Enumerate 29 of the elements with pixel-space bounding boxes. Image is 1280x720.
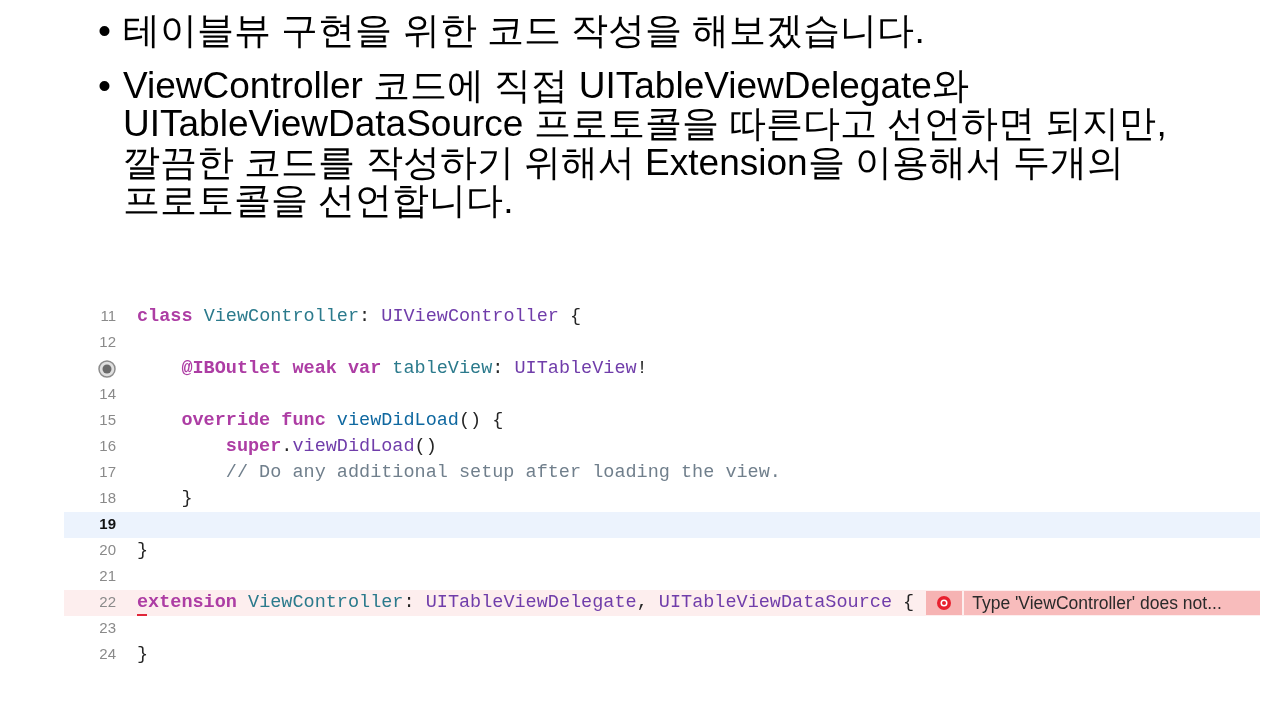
code-line: } [137,540,149,561]
line-number: 16 [99,436,116,457]
bullet-text: ViewController 코드에 직접 UITableViewDelegate와 UITableViewDataSource 프로토콜을 따른다고 선언하면 되지만, 깔끔한 코드를 작성하기 위해서 Extension을 이용해서 두개의 프로토콜을 선언합니다. [123,66,1167,221]
code-line: } [137,644,149,665]
bullet-icon: • [98,12,123,51]
error-underline [137,613,147,616]
line-number: 24 [99,644,116,665]
line-number: 17 [99,462,116,483]
line-number: 18 [99,488,116,509]
code-line: class ViewController: UIViewController { [137,306,582,327]
line-number: 15 [99,410,116,431]
line-number: 20 [99,540,116,561]
code-line: @IBOutlet weak var tableView: UITableView! [180,358,648,379]
code-line: super.viewDidLoad() [224,436,437,457]
code-line: // Do any additional setup after loading the view. [224,462,781,483]
line-number: 23 [99,618,116,639]
error-icon [936,594,953,611]
code-line: } [180,488,193,509]
bullet-text: 테이블뷰 구현을 위한 코드 작성을 해보겠습니다. [123,12,925,51]
code-line: override func viewDidLoad() { [180,410,504,431]
line-number: 14 [99,384,116,405]
line-number: 22 [99,592,116,613]
line-number: 11 [100,306,116,327]
line-number: 19 [99,514,116,535]
line-number: 12 [99,332,116,353]
outlet-connected-icon[interactable] [98,359,116,378]
bullet-icon: • [98,66,123,221]
code-line: extension ViewController: UITableViewDelegate, UITableViewDataSource { [137,592,915,613]
line-number: 21 [99,566,116,587]
